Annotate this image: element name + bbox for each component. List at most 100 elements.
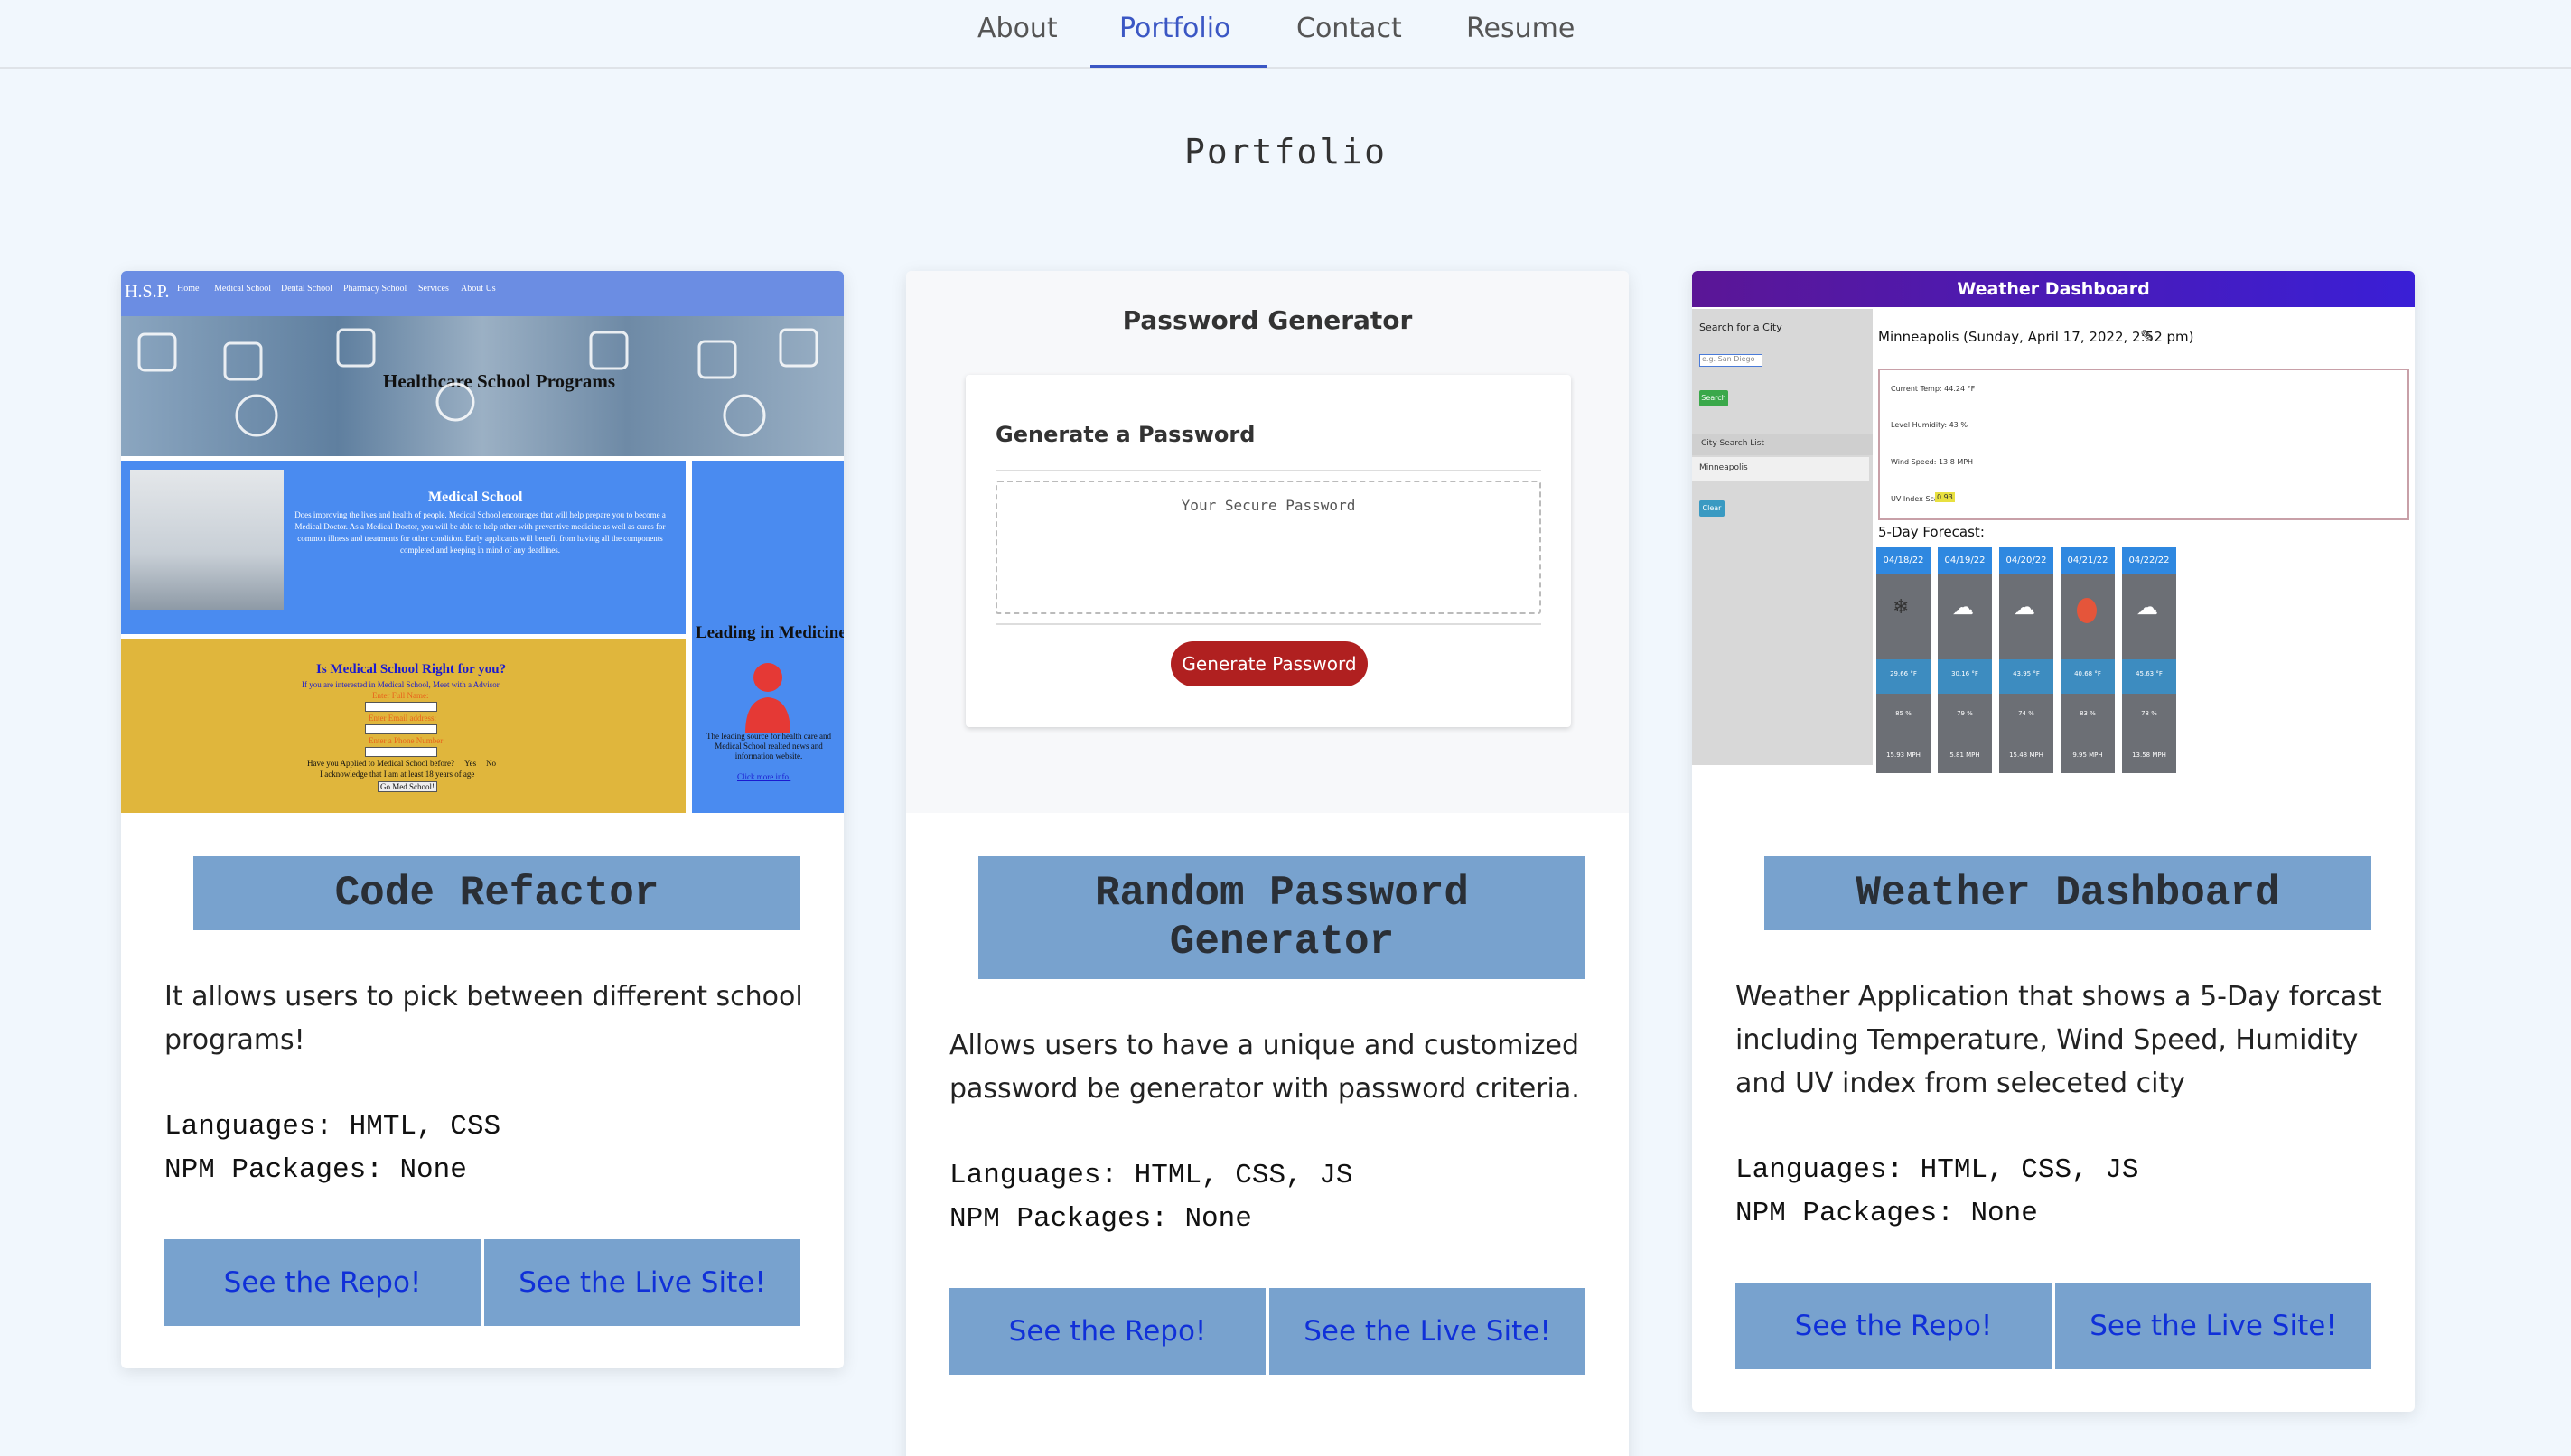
forecast-day: 04/22/22 45.63 °F 78 % 13.58 MPH xyxy=(2122,547,2176,773)
project-screenshot[interactable]: H.S.P. Home Medical School Dental School… xyxy=(121,271,844,813)
project-title: Weather Dashboard xyxy=(1764,856,2371,930)
hsp-input-name[interactable] xyxy=(365,702,437,712)
wx-forecast-label: 5-Day Forecast: xyxy=(1878,524,1985,540)
project-packages: NPM Packages: None xyxy=(164,1154,467,1186)
doctor-icon xyxy=(745,663,790,733)
forecast-date: 04/19/22 xyxy=(1938,547,1992,574)
project-packages: NPM Packages: None xyxy=(949,1203,1252,1235)
project-links: See the Repo! See the Live Site! xyxy=(164,1239,800,1326)
nav-portfolio[interactable]: Portfolio xyxy=(1119,13,1230,44)
hsp-menu-item: Medical School xyxy=(214,284,272,294)
hsp-form-section: Is Medical School Right for you? If you … xyxy=(121,639,686,813)
wx-list-label: City Search List xyxy=(1692,434,1873,455)
project-card-code-refactor: H.S.P. Home Medical School Dental School… xyxy=(121,271,844,1368)
hsp-no[interactable]: No xyxy=(486,759,496,768)
hsp-input-phone[interactable] xyxy=(365,747,437,757)
top-nav: About Portfolio Contact Resume xyxy=(0,0,2571,69)
nav-contact[interactable]: Contact xyxy=(1296,13,1402,44)
wx-uv-value: 0.93 xyxy=(1935,492,1955,502)
nav-resume[interactable]: Resume xyxy=(1466,13,1575,44)
see-repo-button[interactable]: See the Repo! xyxy=(164,1239,481,1326)
hsp-submit[interactable]: Go Med School! xyxy=(378,781,437,792)
forecast-hum: 78 % xyxy=(2141,710,2157,717)
see-live-site-button[interactable]: See the Live Site! xyxy=(1269,1288,1585,1375)
forecast-temp: 45.63 °F xyxy=(2136,670,2163,677)
forecast-hum: 74 % xyxy=(2018,710,2034,717)
see-live-site-button[interactable]: See the Live Site! xyxy=(484,1239,800,1326)
forecast-wind: 15.93 MPH xyxy=(1886,751,1921,759)
hsp-label-email: Enter Email address: xyxy=(369,714,436,723)
see-repo-button[interactable]: See the Repo! xyxy=(1735,1283,2052,1369)
project-description: Allows users to have a unique and custom… xyxy=(949,1030,1580,1105)
hsp-brand: H.S.P. xyxy=(125,282,170,302)
forecast-wind: 13.58 MPH xyxy=(2132,751,2166,759)
hsp-label-name: Enter Full Name: xyxy=(372,691,429,700)
wx-search-label: Search for a City xyxy=(1699,322,1782,333)
wx-humidity: Level Humidity: 43 % xyxy=(1891,421,1968,429)
forecast-date: 04/18/22 xyxy=(1876,547,1931,574)
hsp-side-link[interactable]: Click more info. xyxy=(737,772,790,781)
project-description: It allows users to pick between differen… xyxy=(164,981,803,1056)
forecast-hum: 85 % xyxy=(1895,710,1912,717)
project-screenshot[interactable]: Password Generator Generate a Password Y… xyxy=(906,271,1629,813)
hsp-form-sub: If you are interested in Medical School,… xyxy=(302,680,500,689)
hsp-form-title: Is Medical School Right for you? xyxy=(316,662,507,677)
generate-password-button[interactable]: Generate Password xyxy=(1171,641,1368,686)
hsp-menu-item: Home xyxy=(177,284,200,294)
hsp-input-email[interactable] xyxy=(365,724,437,734)
forecast-day: 04/18/22 29.66 °F 85 % 15.93 MPH xyxy=(1876,547,1931,773)
pw-placeholder: Your Secure Password xyxy=(1181,497,1356,514)
hsp-menu-item: About Us xyxy=(461,284,496,294)
hsp-menu-item: Dental School xyxy=(281,284,332,294)
hsp-yes[interactable]: Yes xyxy=(464,759,476,768)
forecast-wind: 9.95 MPH xyxy=(2072,751,2103,759)
wx-search-button[interactable]: Search xyxy=(1699,390,1728,406)
page-title: Portfolio xyxy=(1184,132,1387,172)
forecast-hum: 79 % xyxy=(1957,710,1973,717)
project-languages: Languages: HTML, CSS, JS xyxy=(1735,1154,2139,1186)
project-description: Weather Application that shows a 5-Day f… xyxy=(1735,981,2382,1099)
forecast-wind: 15.48 MPH xyxy=(2009,751,2043,759)
medical-icons xyxy=(137,328,818,437)
cloud-icon: ☁ xyxy=(2014,594,2035,620)
weather-icon: ✎ xyxy=(2140,327,2155,346)
forecast-day: 04/21/22 40.68 °F 83 % 9.95 MPH xyxy=(2061,547,2115,773)
wx-search-input[interactable]: e.g. San Diego xyxy=(1699,354,1762,367)
project-card-weather-dashboard: Weather Dashboard Search for a City e.g.… xyxy=(1692,271,2415,1412)
nav-about[interactable]: About xyxy=(977,13,1058,44)
project-languages: Languages: HMTL, CSS xyxy=(164,1111,501,1143)
pw-card: Generate a Password Your Secure Password… xyxy=(966,375,1571,727)
hsp-side-title: Leading in Medicine xyxy=(696,623,844,642)
hsp-section-title: Medical School xyxy=(428,490,523,505)
project-card-password-generator: Password Generator Generate a Password Y… xyxy=(906,271,1629,1456)
forecast-date: 04/21/22 xyxy=(2061,547,2115,574)
project-links: See the Repo! See the Live Site! xyxy=(1735,1283,2371,1369)
wx-temp: Current Temp: 44.24 °F xyxy=(1891,385,1976,393)
wx-wind: Wind Speed: 13.8 MPH xyxy=(1891,458,1974,466)
forecast-day: 04/20/22 43.95 °F 74 % 15.48 MPH xyxy=(1999,547,2053,773)
pw-divider-2 xyxy=(996,623,1541,625)
forecast-temp: 30.16 °F xyxy=(1951,670,1978,677)
forecast-temp: 29.66 °F xyxy=(1890,670,1917,677)
snow-icon: ❄ xyxy=(1893,596,1910,619)
hsp-menu-item: Services xyxy=(418,284,449,294)
see-repo-button[interactable]: See the Repo! xyxy=(949,1288,1266,1375)
pw-heading: Password Generator xyxy=(1122,305,1413,335)
wx-clear-button[interactable]: Clear xyxy=(1699,500,1725,517)
wx-list-item[interactable]: Minneapolis xyxy=(1692,457,1869,481)
forecast-date: 04/22/22 xyxy=(2122,547,2176,574)
hsp-question: Have you Applied to Medical School befor… xyxy=(307,759,454,768)
project-links: See the Repo! See the Live Site! xyxy=(949,1288,1585,1375)
hsp-menu-item: Pharmacy School xyxy=(343,284,407,294)
wx-sidebar: Search for a City e.g. San Diego Search … xyxy=(1692,309,1873,765)
pw-divider xyxy=(996,470,1541,471)
hsp-side-text: The leading source for health care and M… xyxy=(706,732,831,761)
sun-icon xyxy=(2077,598,2097,623)
see-live-site-button[interactable]: See the Live Site! xyxy=(2055,1283,2371,1369)
cloud-icon: ☁ xyxy=(1952,594,1974,620)
project-screenshot[interactable]: Weather Dashboard Search for a City e.g.… xyxy=(1692,271,2415,777)
forecast-hum: 83 % xyxy=(2080,710,2096,717)
forecast-day: 04/19/22 30.16 °F 79 % 5.81 MPH xyxy=(1938,547,1992,773)
hsp-navbar: H.S.P. Home Medical School Dental School… xyxy=(121,271,844,316)
project-packages: NPM Packages: None xyxy=(1735,1198,2038,1229)
